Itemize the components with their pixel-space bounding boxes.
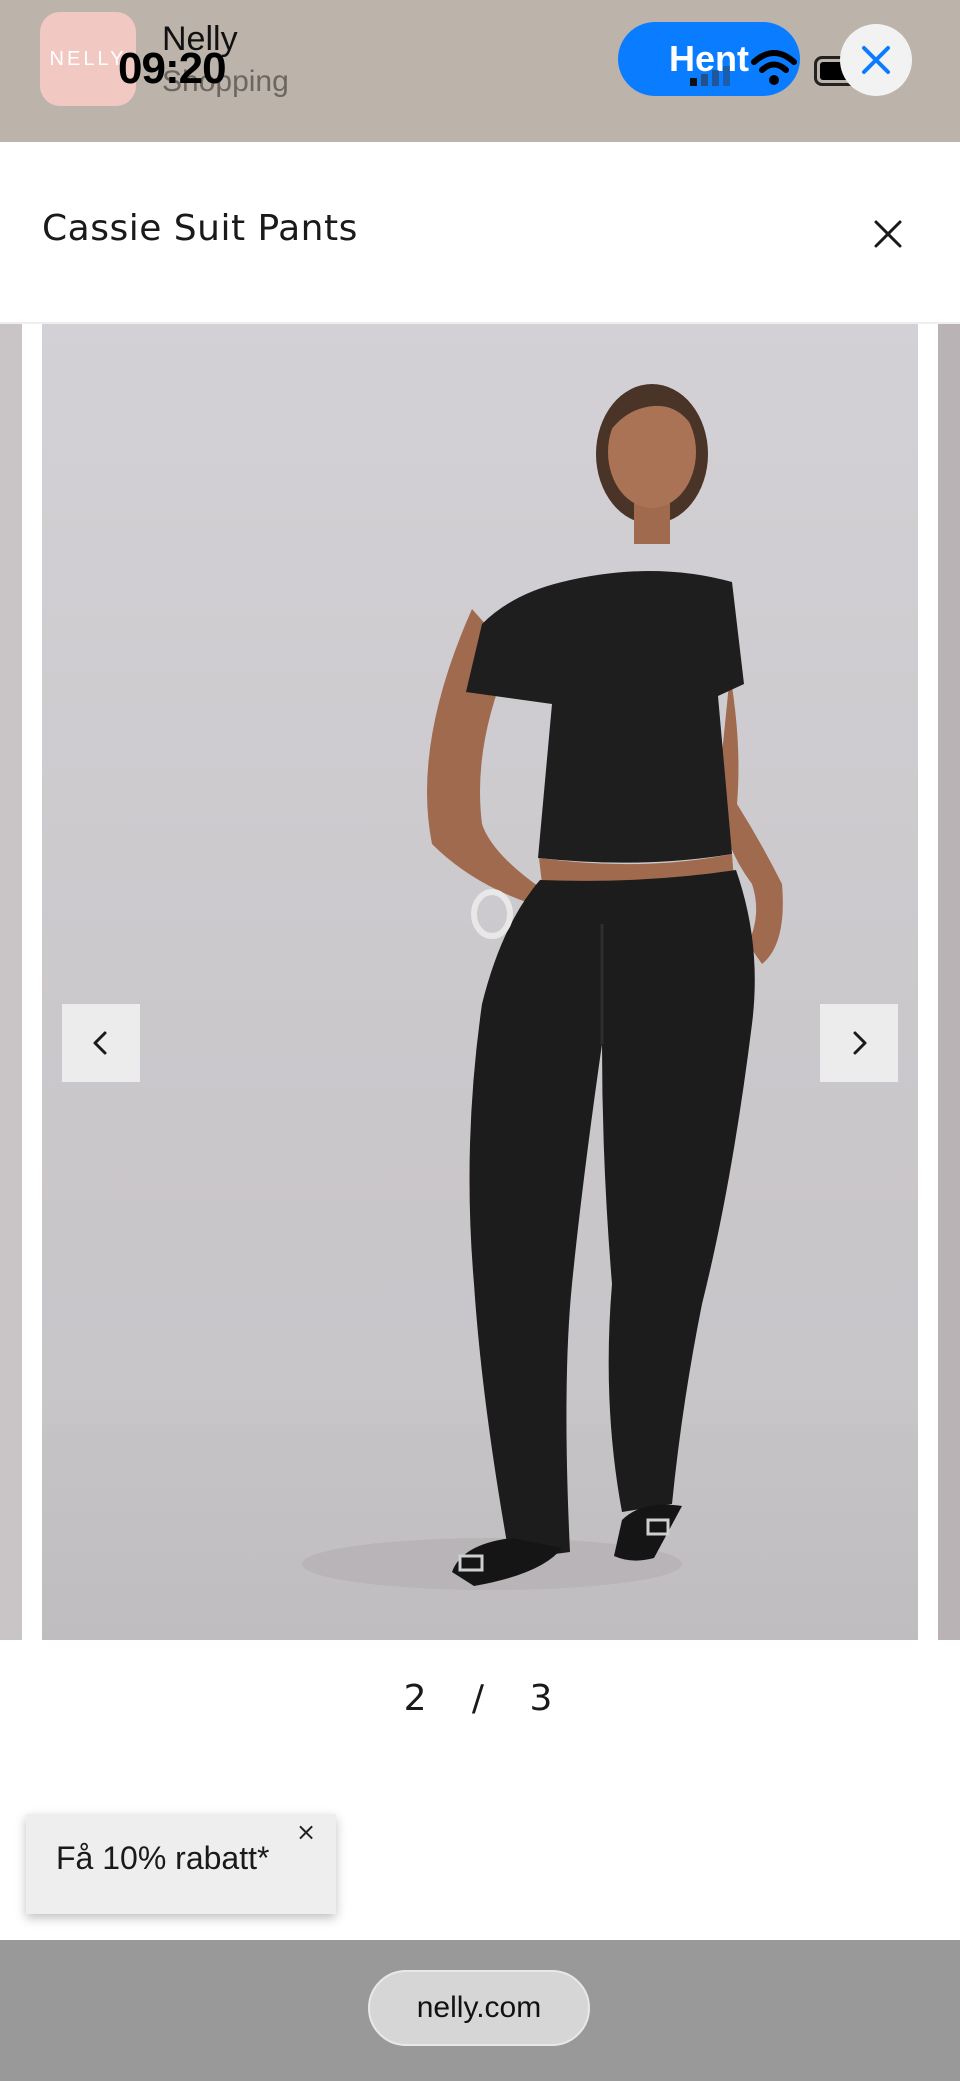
- banner-close-button[interactable]: [840, 24, 912, 96]
- status-time: 09:20: [118, 44, 227, 93]
- address-bar[interactable]: nelly.com: [368, 1970, 590, 2046]
- wifi-icon: [751, 50, 797, 85]
- app-icon-text: NELLY: [49, 47, 127, 70]
- chevron-left-icon: [93, 1031, 107, 1055]
- discount-label[interactable]: Få 10% rabatt*: [56, 1840, 269, 1877]
- discount-popup[interactable]: Få 10% rabatt* ×: [26, 1814, 336, 1914]
- counter-separator: /: [471, 1678, 489, 1719]
- image-gallery: [0, 324, 960, 1640]
- product-title: Cassie Suit Pants: [42, 208, 358, 249]
- modal-header: Cassie Suit Pants: [0, 146, 960, 324]
- close-icon: [862, 46, 890, 74]
- product-image: [42, 324, 918, 1640]
- next-image-button[interactable]: [820, 1004, 898, 1082]
- previous-image-button[interactable]: [62, 1004, 140, 1082]
- current-image-number: 2: [403, 1678, 431, 1719]
- discount-close-button[interactable]: ×: [296, 1818, 316, 1846]
- total-images-number: 3: [529, 1678, 557, 1719]
- previous-image-peek: [0, 324, 22, 1640]
- close-icon[interactable]: [868, 214, 908, 254]
- image-counter: 2 / 3: [0, 1678, 960, 1719]
- browser-bottom-bar: nelly.com: [0, 1940, 960, 2081]
- chevron-right-icon: [853, 1031, 867, 1055]
- signal-icon: [690, 66, 730, 86]
- url-text: nelly.com: [416, 1991, 542, 2024]
- model-illustration: [302, 384, 783, 1590]
- app-banner: NELLY Nelly Shopping 09:20 Hent: [0, 0, 960, 142]
- next-image-peek: [938, 324, 960, 1640]
